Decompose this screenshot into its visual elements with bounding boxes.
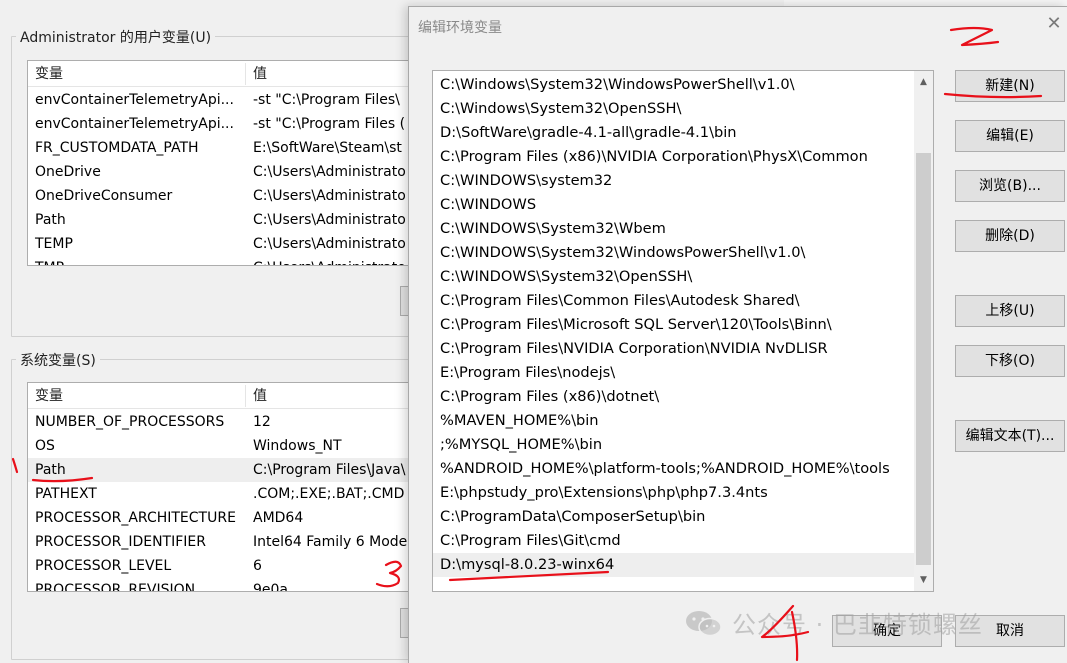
new-button[interactable]: 新建(N) — [955, 70, 1065, 102]
variable-value-cell: 9e0a — [253, 582, 289, 592]
browse-button[interactable]: 浏览(B)... — [955, 170, 1065, 202]
edit-button[interactable]: 编辑(E) — [955, 120, 1065, 152]
variable-name-cell: FR_CUSTOMDATA_PATH — [35, 140, 199, 156]
system-variables-list[interactable]: 变量 值 NUMBER_OF_PROCESSORS 12 OS Windows_NT P… — [27, 382, 427, 592]
table-row[interactable]: TEMP C:\Users\Administrato — [28, 232, 426, 256]
move-up-button[interactable]: 上移(U) — [955, 295, 1065, 327]
path-entry[interactable]: C:\Windows\System32\OpenSSH\ — [433, 97, 914, 121]
table-row[interactable]: NUMBER_OF_PROCESSORS 12 — [28, 410, 426, 434]
path-entry[interactable]: E:\Program Files\nodejs\ — [433, 361, 914, 385]
variable-value-cell: C:\Users\Administrato — [246, 256, 426, 265]
system-variables-title: 系统变量(S) — [16, 350, 100, 370]
table-row[interactable]: PATHEXT .COM;.EXE;.BAT;.CMD — [28, 482, 426, 506]
table-row[interactable]: TMPC:\Users\Administrato — [28, 256, 426, 265]
scroll-up-icon[interactable]: ▲ — [914, 73, 933, 91]
variable-name-cell: OneDrive — [35, 164, 101, 180]
variable-value-cell: 12 — [253, 414, 271, 430]
list-header: 变量 值 — [28, 61, 426, 87]
variable-name-cell: NUMBER_OF_PROCESSORS — [35, 414, 225, 430]
variable-value-cell: AMD64 — [253, 510, 304, 526]
variable-name-cell: PROCESSOR_LEVEL — [35, 558, 172, 574]
path-entry[interactable]: C:\WINDOWS — [433, 193, 914, 217]
variable-name-cell: Path — [35, 212, 66, 228]
variable-name-cell: PROCESSOR_REVISION — [35, 582, 196, 592]
variable-value-cell: C:\Users\Administrato — [253, 188, 406, 204]
table-row[interactable]: PROCESSOR_IDENTIFIER Intel64 Family 6 Mod… — [28, 530, 426, 554]
column-header-value[interactable]: 值 — [246, 383, 426, 409]
table-row[interactable]: FR_CUSTOMDATA_PATH E:\SoftWare\Steam\st — [28, 136, 426, 160]
variable-value-cell: 6 — [253, 558, 262, 574]
variable-value-cell: -st "C:\Program Files\ — [253, 92, 400, 108]
table-row[interactable]: Path C:\Program Files\Java\ — [28, 458, 426, 482]
path-entry[interactable]: C:\ProgramData\ComposerSetup\bin — [433, 505, 914, 529]
path-entry[interactable]: C:\Program Files\Git\cmd — [433, 529, 914, 553]
path-entry[interactable]: C:\WINDOWS\System32\OpenSSH\ — [433, 265, 914, 289]
table-row[interactable]: OneDriveConsumer C:\Users\Administrato — [28, 184, 426, 208]
variable-name-cell: TEMP — [35, 236, 73, 252]
path-entry[interactable]: C:\Program Files (x86)\dotnet\ — [433, 385, 914, 409]
variable-value-cell: C:\Program Files\Java\ — [253, 462, 406, 478]
wechat-icon — [686, 611, 722, 637]
table-row[interactable]: OS Windows_NT — [28, 434, 426, 458]
variable-value-cell: C:\Users\Administrato — [253, 212, 406, 228]
path-entry[interactable]: %MAVEN_HOME%\bin — [433, 409, 914, 433]
table-row[interactable]: PROCESSOR_LEVEL 6 — [28, 554, 426, 578]
table-row[interactable]: envContainerTelemetryApi... -st "C:\Progr… — [28, 112, 426, 136]
scroll-down-icon[interactable]: ▼ — [914, 571, 933, 589]
variable-value-cell: .COM;.EXE;.BAT;.CMD — [253, 486, 405, 502]
path-entry[interactable]: E:\phpstudy_pro\Extensions\php\php7.3.4n… — [433, 481, 914, 505]
table-row[interactable]: OneDrive C:\Users\Administrato — [28, 160, 426, 184]
path-entries-list[interactable]: C:\Windows\System32\WindowsPowerShell\v1… — [432, 70, 934, 592]
variable-value-cell: Windows_NT — [253, 438, 342, 454]
variable-name-cell: Path — [35, 462, 66, 478]
path-entry[interactable]: C:\WINDOWS\System32\Wbem — [433, 217, 914, 241]
user-variables-list[interactable]: 变量 值 envContainerTelemetryApi... -st "C:\… — [27, 60, 427, 266]
table-row[interactable]: PROCESSOR_REVISION 9e0a — [28, 578, 426, 592]
variable-name-cell: PROCESSOR_ARCHITECTURE — [35, 510, 236, 526]
variable-name-cell: envContainerTelemetryApi... — [35, 116, 234, 132]
variable-name-cell: envContainerTelemetryApi... — [35, 92, 234, 108]
variable-name-cell: PATHEXT — [35, 486, 97, 502]
path-entry[interactable]: ;%MYSQL_HOME%\bin — [433, 433, 914, 457]
path-entry[interactable]: C:\Windows\System32\WindowsPowerShell\v1… — [433, 73, 914, 97]
variable-value-cell: C:\Users\Administrato — [253, 236, 406, 252]
move-down-button[interactable]: 下移(O) — [955, 345, 1065, 377]
variable-value-cell: -st "C:\Program Files ( — [253, 116, 406, 132]
vertical-scrollbar[interactable]: ▲ ▼ — [914, 71, 933, 591]
path-entry[interactable]: C:\WINDOWS\System32\WindowsPowerShell\v1… — [433, 241, 914, 265]
variable-name-cell: OneDriveConsumer — [35, 188, 173, 204]
path-entry[interactable]: C:\Program Files (x86)\NVIDIA Corporatio… — [433, 145, 914, 169]
variable-value-cell: E:\SoftWare\Steam\st — [253, 140, 402, 156]
column-header-name[interactable]: 变量 — [28, 383, 245, 409]
variable-name-cell: TMP — [28, 256, 245, 265]
dialog-title: 编辑环境变量 — [418, 20, 502, 36]
scrollbar-thumb[interactable] — [916, 153, 931, 565]
variable-value-cell: Intel64 Family 6 Mode — [253, 534, 408, 550]
path-entry[interactable]: C:\Program Files\NVIDIA Corporation\NVID… — [433, 337, 914, 361]
edit-environment-variable-dialog: 编辑环境变量 ✕ C:\Windows\System32\WindowsPowe… — [408, 6, 1067, 663]
variable-name-cell: PROCESSOR_IDENTIFIER — [35, 534, 206, 550]
watermark-text: 公众号 · 巴韭特锁螺丝 — [732, 611, 983, 639]
column-header-value[interactable]: 值 — [246, 61, 426, 87]
user-variables-title: Administrator 的用户变量(U) — [16, 27, 216, 47]
path-entry[interactable]: D:\mysql-8.0.23-winx64 — [433, 553, 914, 577]
variable-value-cell: C:\Users\Administrato — [253, 164, 406, 180]
path-entry[interactable]: D:\SoftWare\gradle-4.1-all\gradle-4.1\bi… — [433, 121, 914, 145]
environment-variables-window: Administrator 的用户变量(U) 变量 值 envContainer… — [0, 0, 431, 663]
table-row[interactable]: PROCESSOR_ARCHITECTURE AMD64 — [28, 506, 426, 530]
path-entry[interactable]: C:\Program Files\Microsoft SQL Server\12… — [433, 313, 914, 337]
variable-name-cell: OS — [35, 438, 55, 454]
table-row[interactable]: Path C:\Users\Administrato — [28, 208, 426, 232]
delete-button[interactable]: 删除(D) — [955, 220, 1065, 252]
close-icon[interactable]: ✕ — [1043, 13, 1065, 35]
column-header-name[interactable]: 变量 — [28, 61, 245, 87]
list-header: 变量 值 — [28, 383, 426, 409]
path-entry[interactable]: %ANDROID_HOME%\platform-tools;%ANDROID_H… — [433, 457, 914, 481]
path-entry[interactable]: C:\WINDOWS\system32 — [433, 169, 914, 193]
edit-text-button[interactable]: 编辑文本(T)... — [955, 420, 1065, 452]
path-entry[interactable]: C:\Program Files\Common Files\Autodesk S… — [433, 289, 914, 313]
table-row[interactable]: envContainerTelemetryApi... -st "C:\Progr… — [28, 88, 426, 112]
